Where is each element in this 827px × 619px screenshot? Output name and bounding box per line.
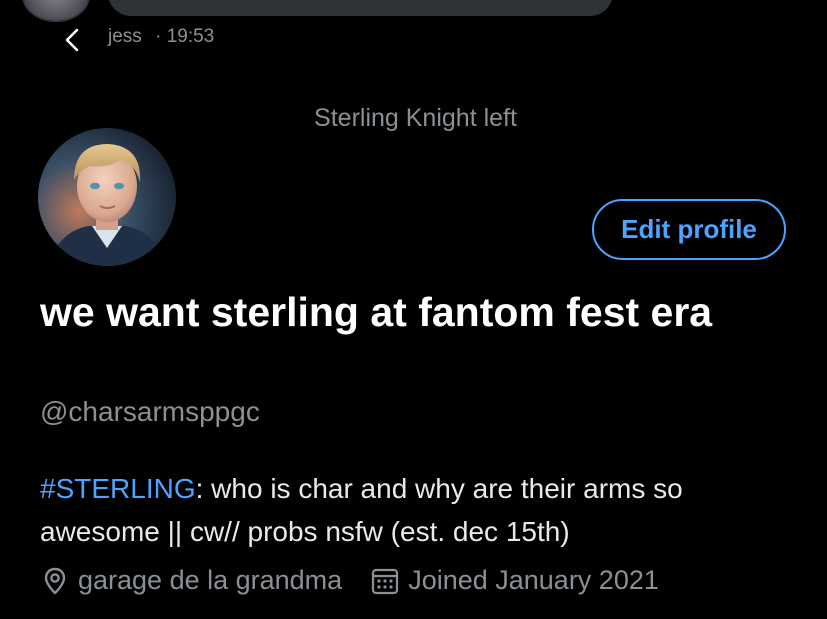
- system-message: Sterling Knight left: [314, 104, 517, 132]
- profile-location: garage de la grandma: [78, 565, 343, 595]
- sender-avatar[interactable]: [22, 0, 90, 22]
- profile-joined-date: Joined January 2021: [408, 565, 659, 595]
- message-meta: jess · 19:53: [108, 26, 214, 48]
- profile-display-name: we want sterling at fantom fest era: [40, 289, 713, 335]
- profile-bio: #STERLING: who is char and why are their…: [40, 467, 810, 553]
- message-bubble[interactable]: [108, 0, 613, 16]
- dm-conversation-screen: jess · 19:53 Sterling Knight left Edit p…: [0, 0, 827, 619]
- message-sender: jess: [108, 26, 142, 47]
- chevron-left-icon[interactable]: [60, 27, 86, 53]
- portrait-image: [38, 128, 176, 266]
- calendar-icon: [372, 568, 399, 594]
- edit-profile-button[interactable]: Edit profile: [592, 199, 786, 260]
- location-pin-icon: [44, 567, 66, 594]
- profile-handle: @charsarmsppgc: [40, 396, 260, 427]
- profile-meta: garage de la grandma Joined January 2021: [40, 565, 659, 596]
- bio-hashtag-link[interactable]: #STERLING: [40, 473, 196, 504]
- message-time: 19:53: [166, 26, 215, 47]
- profile-avatar[interactable]: [38, 128, 176, 266]
- meta-separator: ·: [155, 26, 162, 47]
